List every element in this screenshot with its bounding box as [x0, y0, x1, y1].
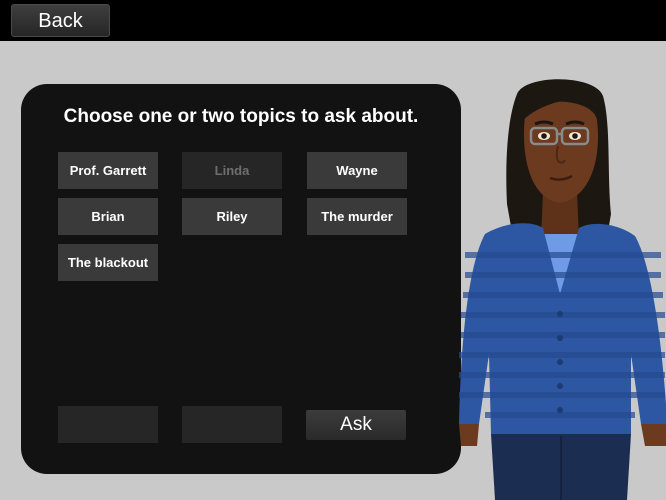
topic-button-riley[interactable]: Riley	[182, 198, 282, 235]
ask-button[interactable]: Ask	[306, 410, 406, 440]
top-bar: Back	[0, 0, 666, 41]
topic-button-prof-garrett[interactable]: Prof. Garrett	[58, 152, 158, 189]
back-button[interactable]: Back	[11, 4, 110, 37]
topic-panel: Choose one or two topics to ask about. P…	[21, 84, 461, 474]
selected-topic-slot-2	[182, 406, 282, 443]
selected-topic-slot-1	[58, 406, 158, 443]
panel-title: Choose one or two topics to ask about.	[63, 106, 419, 127]
topic-button-brian[interactable]: Brian	[58, 198, 158, 235]
topic-button-wayne[interactable]: Wayne	[307, 152, 407, 189]
topic-button-the-blackout[interactable]: The blackout	[58, 244, 158, 281]
character-portrait	[459, 79, 666, 500]
topic-button-linda: Linda	[182, 152, 282, 189]
topic-button-the-murder[interactable]: The murder	[307, 198, 407, 235]
